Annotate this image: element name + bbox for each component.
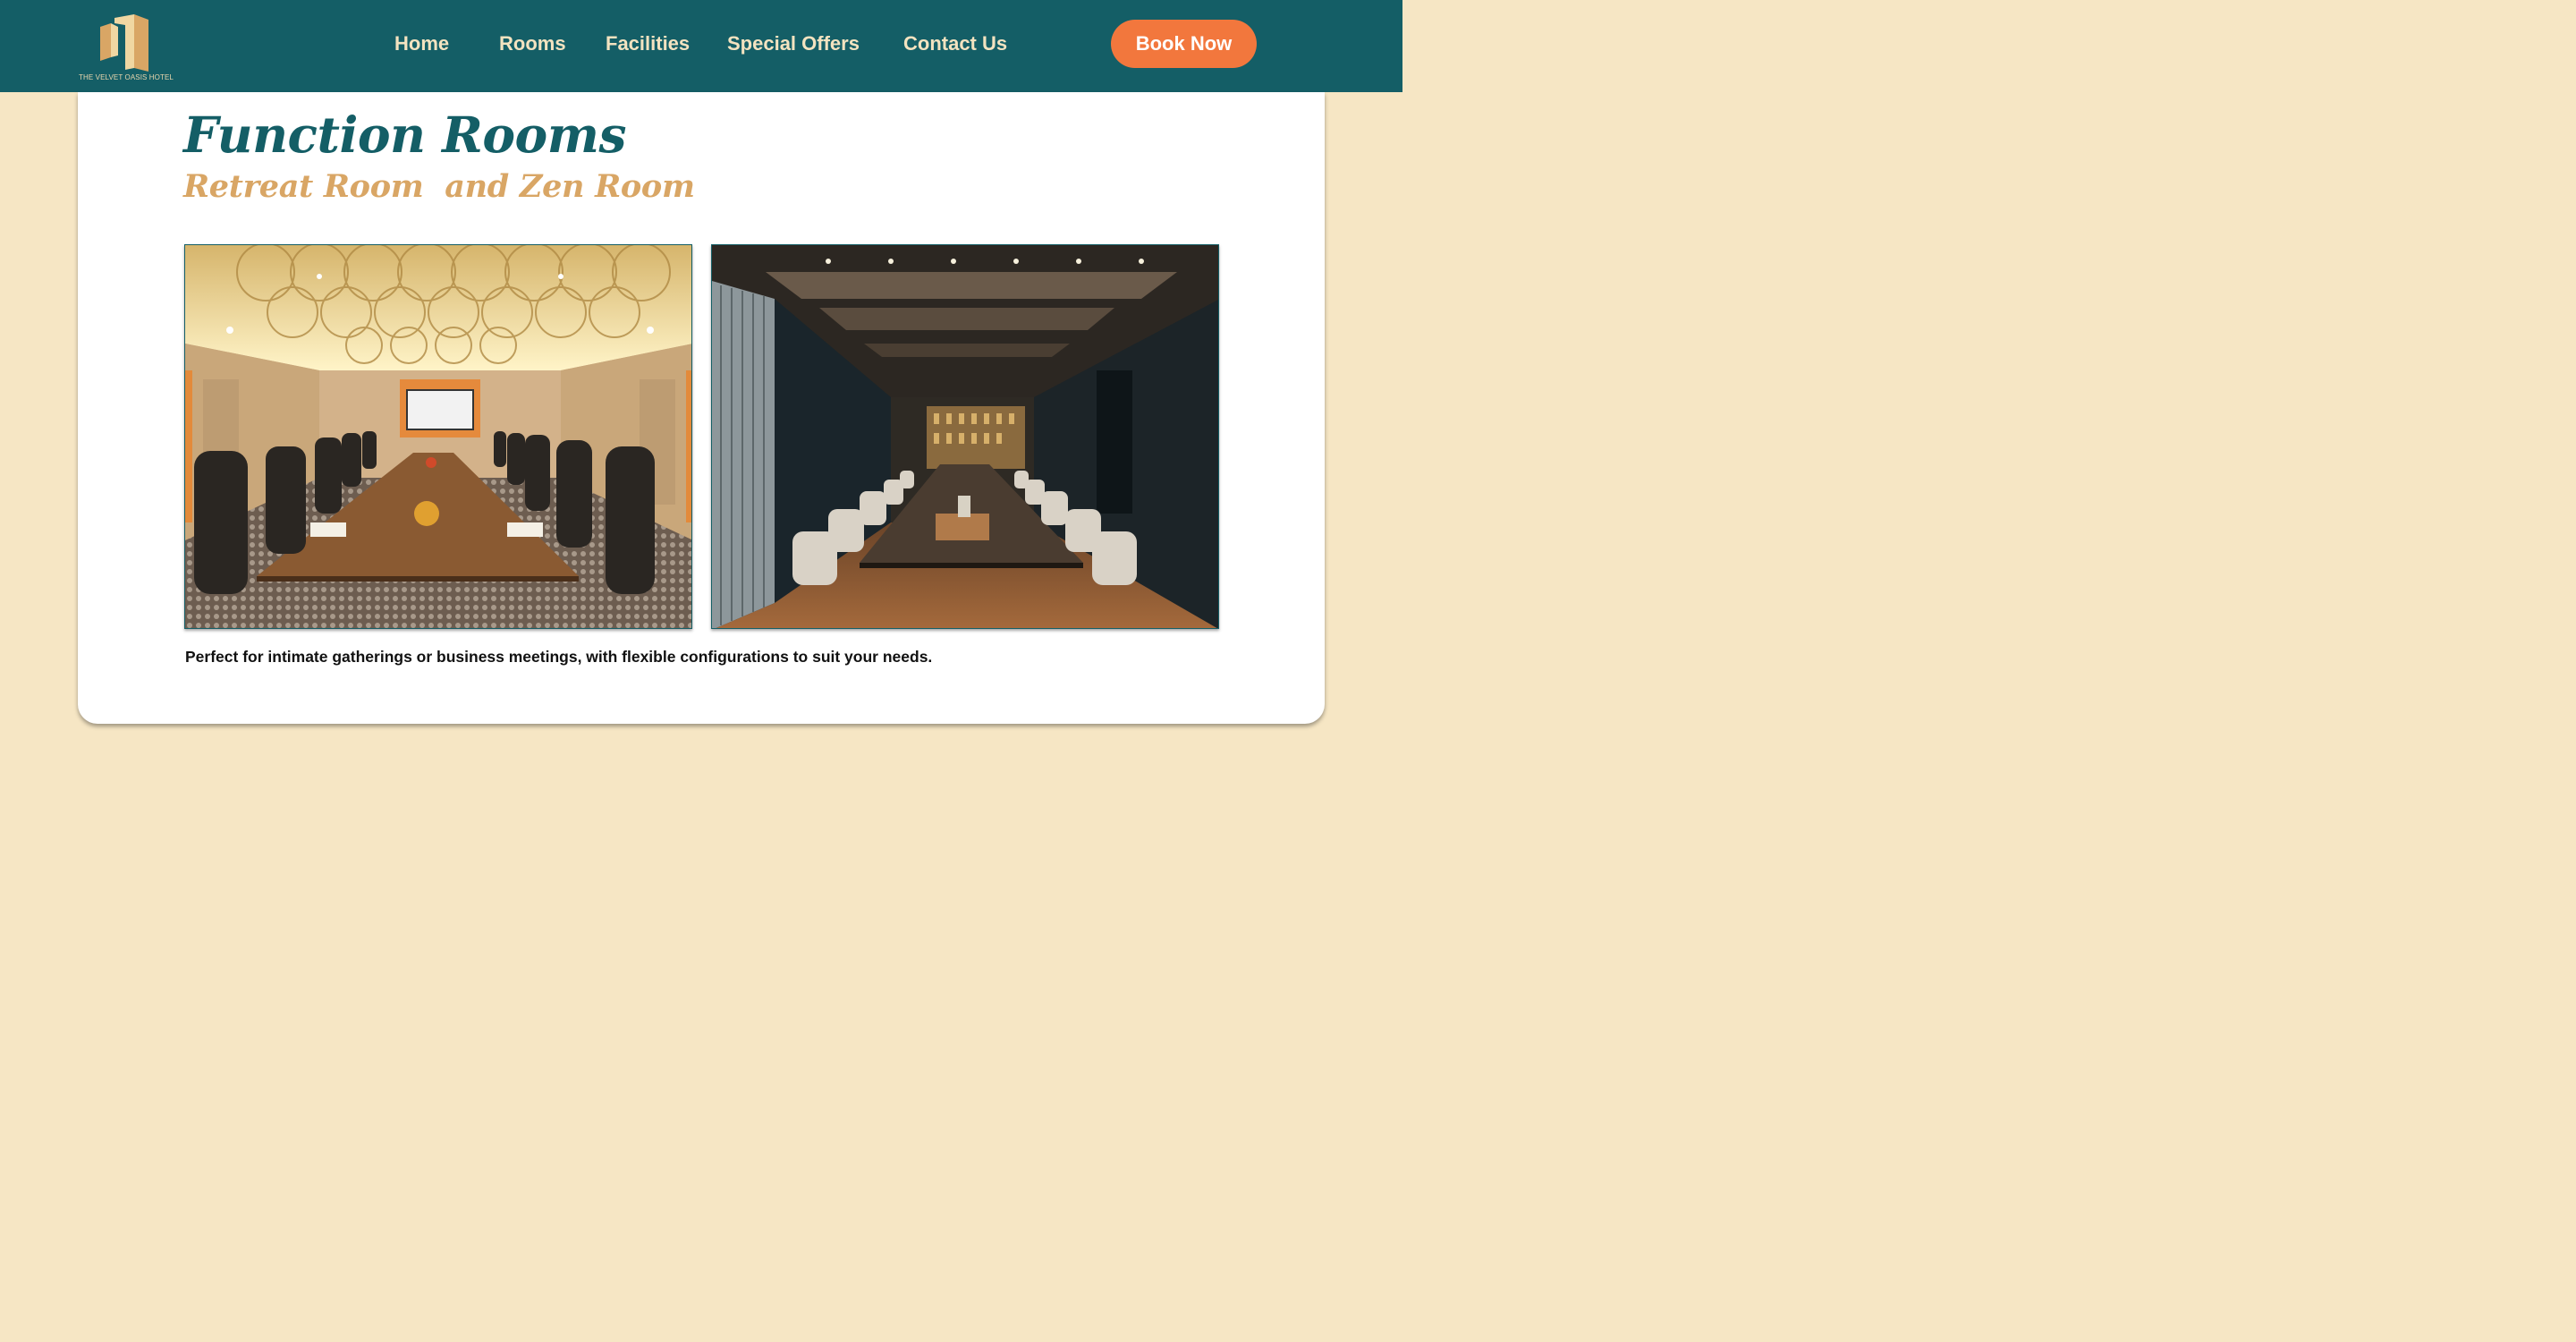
section-description: Perfect for intimate gatherings or busin…: [185, 648, 933, 666]
hotel-name: THE VELVET OASIS HOTEL: [79, 73, 174, 81]
building-logo-icon: [100, 14, 148, 72]
nav-home[interactable]: Home: [394, 30, 449, 57]
retreat-room-photo[interactable]: [184, 244, 692, 629]
page-subtitle: Retreat Room and Zen Room: [183, 168, 695, 205]
zen-room-photo[interactable]: [711, 244, 1219, 629]
site-header: THE VELVET OASIS HOTEL Home Rooms Facili…: [0, 0, 1402, 92]
book-now-button[interactable]: Book Now: [1111, 20, 1257, 68]
nav-facilities[interactable]: Facilities: [606, 30, 690, 57]
nav-special-offers[interactable]: Special Offers: [727, 30, 860, 57]
nav-rooms[interactable]: Rooms: [499, 30, 566, 57]
nav-contact-us[interactable]: Contact Us: [903, 30, 1007, 57]
hotel-logo[interactable]: THE VELVET OASIS HOTEL: [79, 13, 174, 84]
page-title: Function Rooms: [183, 106, 626, 164]
